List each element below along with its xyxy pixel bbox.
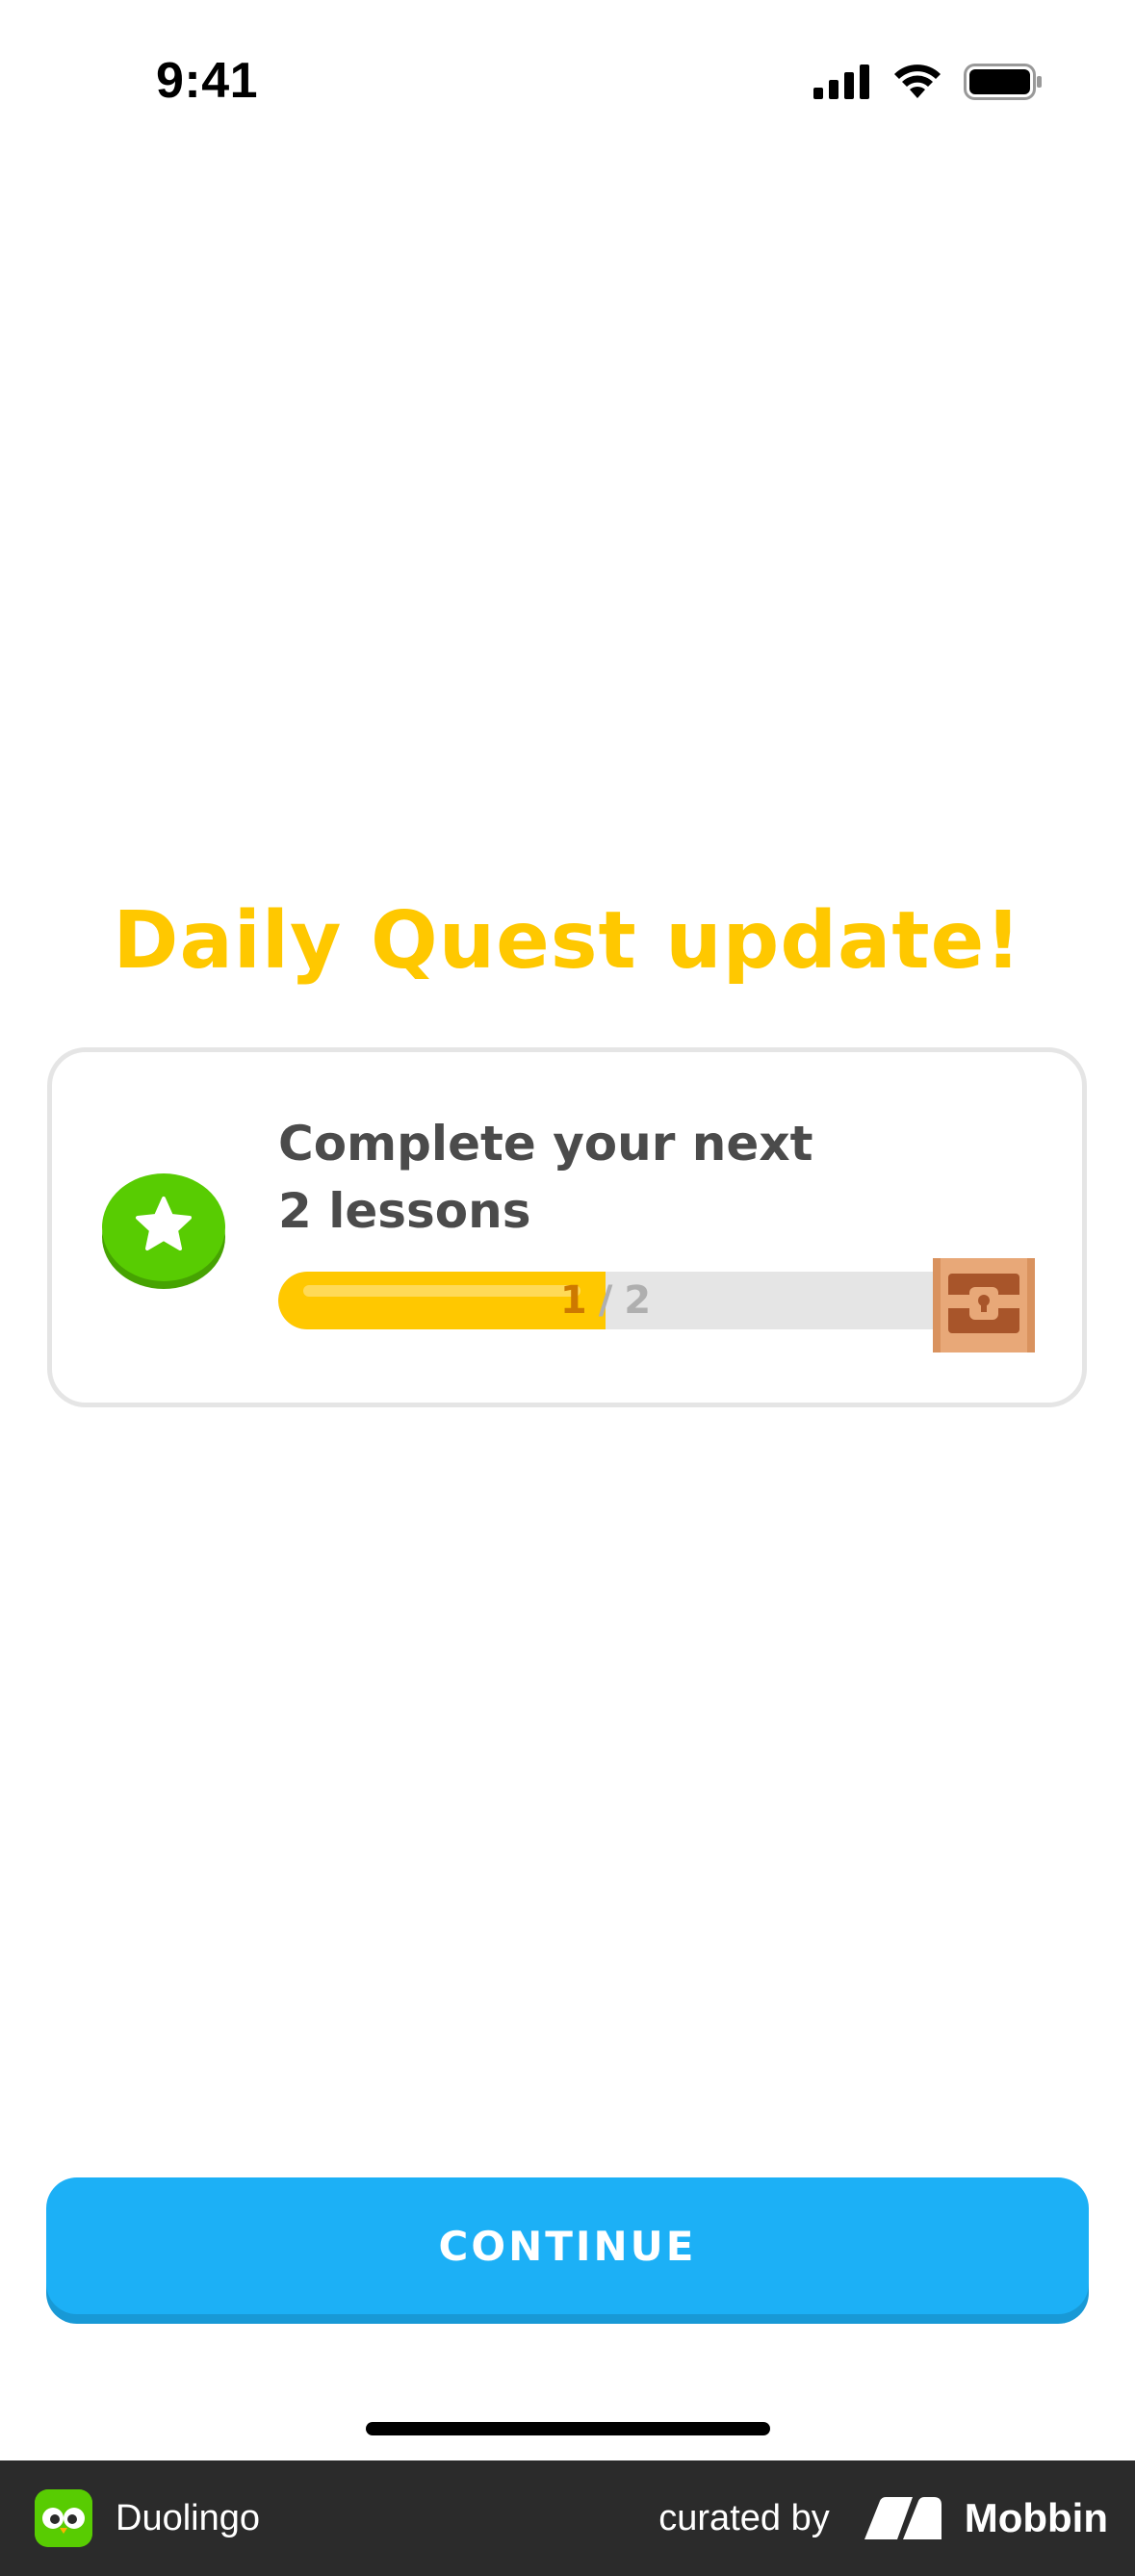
battery-icon [964,64,1042,100]
treasure-chest-icon [933,1258,1035,1352]
wifi-icon [894,64,941,98]
cellular-signal-icon [813,64,869,99]
progress-separator: / [598,1278,613,1323]
continue-button[interactable]: CONTINUE [46,2177,1089,2314]
mobbin-name: Mobbin [964,2495,1108,2540]
quest-title: Complete your next 2 lessons [278,1110,856,1245]
quest-update-screen: 9:41 Daily Quest update! Complete your n… [0,0,1135,2576]
footer-banner: Duolingo curated by Mobbin [0,2460,1135,2576]
home-indicator[interactable] [366,2422,770,2435]
mobbin-logo-icon [864,2497,942,2539]
page-title: Daily Quest update! [113,895,1022,987]
status-icons [813,64,1043,100]
quest-card: Complete your next 2 lessons 1 / 2 [47,1047,1087,1407]
duolingo-logo-icon [35,2489,92,2547]
footer-credit: curated by Mobbin [658,2495,1108,2541]
quest-progress-text: 1 / 2 [278,1272,933,1329]
mobbin-brand: Mobbin [864,2495,1108,2541]
footer-app: Duolingo [35,2489,260,2547]
quest-title-line1: Complete your next [278,1116,813,1172]
curated-by-label: curated by [658,2497,830,2538]
progress-current: 1 [559,1278,587,1323]
progress-total: 2 [624,1278,652,1323]
star-badge-icon [102,1173,225,1289]
quest-progress-bar: 1 / 2 [278,1272,933,1329]
quest-title-line2: 2 lessons [278,1183,531,1239]
status-time: 9:41 [156,53,259,109]
app-name: Duolingo [116,2497,260,2538]
